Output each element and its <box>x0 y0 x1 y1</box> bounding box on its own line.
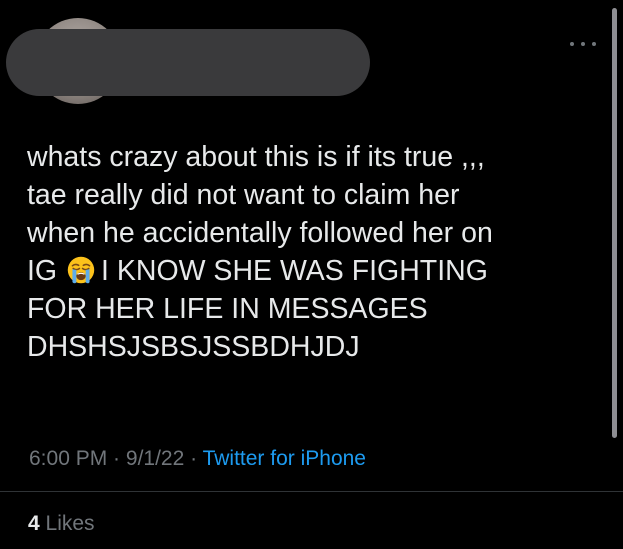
meta-separator: · <box>107 447 126 470</box>
more-options-icon[interactable] <box>570 40 596 48</box>
likes-count: 4 <box>28 512 40 535</box>
redacted-username-overlay <box>6 29 370 96</box>
likes-label: Likes <box>45 512 95 535</box>
tweet-text-after-emoji: I KNOW SHE WAS FIGHTING FOR HER LIFE IN … <box>27 255 488 363</box>
likes-link[interactable]: 4 Likes <box>28 510 95 538</box>
tweet-source-link[interactable]: Twitter for iPhone <box>203 447 366 470</box>
scrollbar[interactable] <box>612 8 617 438</box>
dot <box>592 42 596 46</box>
tweet-text: whats crazy about this is if its true ,,… <box>27 138 597 366</box>
tweet-time[interactable]: 6:00 PM <box>29 447 107 470</box>
tweet-date[interactable]: 9/1/22 <box>126 447 184 470</box>
divider <box>0 491 623 492</box>
loudly-crying-face-icon <box>67 256 95 284</box>
meta-separator: · <box>184 447 203 470</box>
tweet-metadata: 6:00 PM · 9/1/22 · Twitter for iPhone <box>29 445 366 473</box>
dot <box>570 42 574 46</box>
dot <box>581 42 585 46</box>
